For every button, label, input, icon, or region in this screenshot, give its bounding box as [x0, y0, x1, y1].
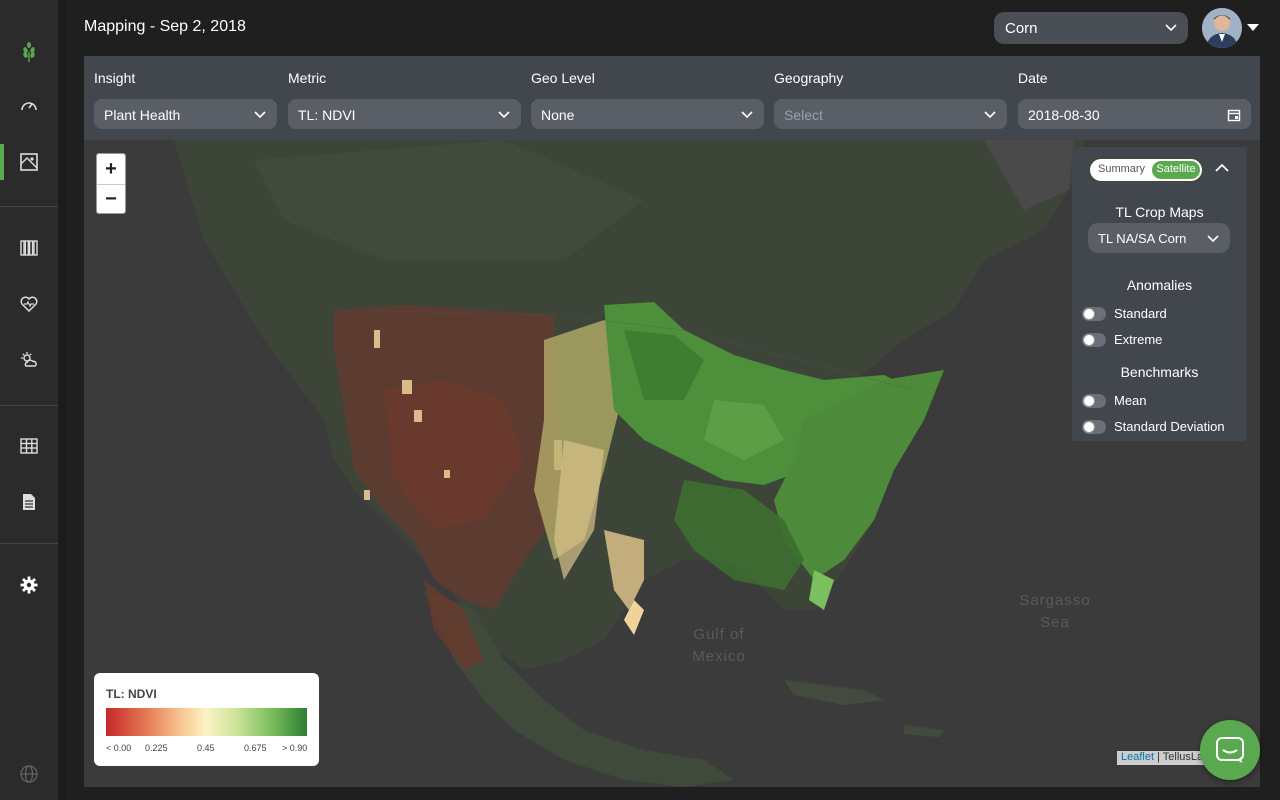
metric-select-value: TL: NDVI [298, 107, 356, 123]
metric-label: Metric [288, 70, 327, 86]
document-icon[interactable] [0, 480, 58, 524]
zoom-control: + − [96, 153, 126, 214]
sidebar-divider [0, 405, 58, 406]
zoom-out-button[interactable]: − [97, 184, 125, 214]
legend-tick-label: 0.225 [145, 743, 168, 753]
map-label-sargasso: Sargasso Sea [1019, 592, 1091, 631]
weather-icon[interactable] [0, 338, 58, 382]
table-icon[interactable] [0, 424, 58, 468]
date-label: Date [1018, 70, 1048, 86]
heart-health-icon[interactable] [0, 282, 58, 326]
crop-select-value: Corn [1005, 20, 1038, 37]
toggle-standard-anomaly[interactable]: Standard [1082, 306, 1167, 321]
leaflet-link[interactable]: Leaflet [1121, 751, 1154, 763]
zoom-in-button[interactable]: + [97, 154, 125, 184]
view-toggle[interactable]: Summary Satellite [1088, 157, 1204, 183]
sidebar-divider [0, 543, 58, 544]
sidebar-shadow [58, 0, 66, 800]
toggle-mean[interactable]: Mean [1082, 393, 1147, 408]
geography-select[interactable]: Select [774, 99, 1007, 129]
insight-select-value: Plant Health [104, 107, 181, 123]
date-input-value: 2018-08-30 [1028, 107, 1100, 123]
columns-icon[interactable] [0, 226, 58, 270]
chevron-down-icon [1165, 24, 1177, 32]
toggle-label: Standard Deviation [1114, 419, 1225, 434]
map-view[interactable]: + − Gulf of Mexico Sargasso Sea TL: NDVI… [84, 140, 1260, 787]
benchmarks-title: Benchmarks [1120, 364, 1199, 380]
anomalies-title: Anomalies [1126, 277, 1193, 293]
caret-down-icon[interactable] [1247, 24, 1259, 32]
filter-bar: Insight Plant Health Metric TL: NDVI Geo… [84, 56, 1260, 140]
chevron-up-icon[interactable] [1214, 162, 1230, 174]
crop-maps-title: TL Crop Maps [1115, 204, 1204, 220]
app-root: Mapping - Sep 2, 2018 Corn Insight Plant… [0, 0, 1280, 800]
toggle-switch[interactable] [1082, 419, 1106, 434]
legend-tick-label: > 0.90 [282, 743, 308, 753]
toggle-extreme-anomaly[interactable]: Extreme [1082, 332, 1162, 347]
wheat-logo-icon[interactable] [0, 30, 58, 74]
map-icon[interactable] [0, 140, 58, 184]
date-input[interactable]: 2018-08-30 [1018, 99, 1251, 129]
sidebar [0, 0, 58, 800]
chevron-down-icon [254, 111, 266, 119]
geo-level-select-value: None [541, 107, 575, 123]
toggle-summary[interactable]: Summary [1098, 163, 1145, 175]
legend-tick-label: < 0.00 [106, 743, 132, 753]
chevron-down-icon [1207, 235, 1219, 243]
geography-select-placeholder: Select [784, 107, 823, 123]
calendar-icon[interactable] [1227, 108, 1241, 122]
toggle-standard-deviation[interactable]: Standard Deviation [1082, 419, 1225, 434]
crop-map-select-value: TL NA/SA Corn [1098, 231, 1187, 246]
metric-select[interactable]: TL: NDVI [288, 99, 521, 129]
layer-panel: Summary Satellite TL Crop Maps TL NA/SA … [1072, 147, 1247, 441]
insight-label: Insight [94, 70, 136, 86]
chat-icon [1216, 737, 1244, 763]
chevron-down-icon [741, 111, 753, 119]
insight-select[interactable]: Plant Health [94, 99, 277, 129]
page-title: Mapping - Sep 2, 2018 [84, 18, 246, 35]
top-bar: Mapping - Sep 2, 2018 Corn [66, 0, 1280, 56]
toggle-switch[interactable] [1082, 306, 1106, 321]
legend-tick-label: 0.45 [197, 743, 215, 753]
chevron-down-icon [984, 111, 996, 119]
sidebar-divider [0, 206, 58, 207]
avatar[interactable] [1202, 8, 1242, 48]
globe-icon[interactable] [0, 752, 58, 796]
dashboard-gauge-icon[interactable] [0, 84, 58, 128]
toggle-switch[interactable] [1082, 332, 1106, 347]
legend-title: TL: NDVI [106, 687, 157, 701]
geo-level-select[interactable]: None [531, 99, 764, 129]
toggle-label: Mean [1114, 393, 1147, 408]
toggle-switch[interactable] [1082, 393, 1106, 408]
chevron-down-icon [498, 111, 510, 119]
crop-select[interactable]: Corn [994, 12, 1188, 44]
map-label-gulf: Gulf of Mexico [692, 626, 746, 665]
attribution-text: | TellusLa [1154, 751, 1204, 763]
crop-map-select[interactable]: TL NA/SA Corn [1088, 223, 1230, 253]
legend-color-scale [106, 708, 307, 736]
chat-button[interactable] [1200, 720, 1260, 780]
legend-tick-label: 0.675 [244, 743, 267, 753]
toggle-satellite[interactable]: Satellite [1152, 161, 1200, 179]
toggle-label: Extreme [1114, 332, 1163, 347]
map-legend: TL: NDVI < 0.00 0.225 0.45 0.675 > 0.90 [94, 673, 319, 766]
toggle-label: Standard [1114, 306, 1167, 321]
settings-gear-icon[interactable] [0, 563, 58, 607]
geography-label: Geography [774, 70, 844, 86]
geo-level-label: Geo Level [531, 70, 595, 86]
